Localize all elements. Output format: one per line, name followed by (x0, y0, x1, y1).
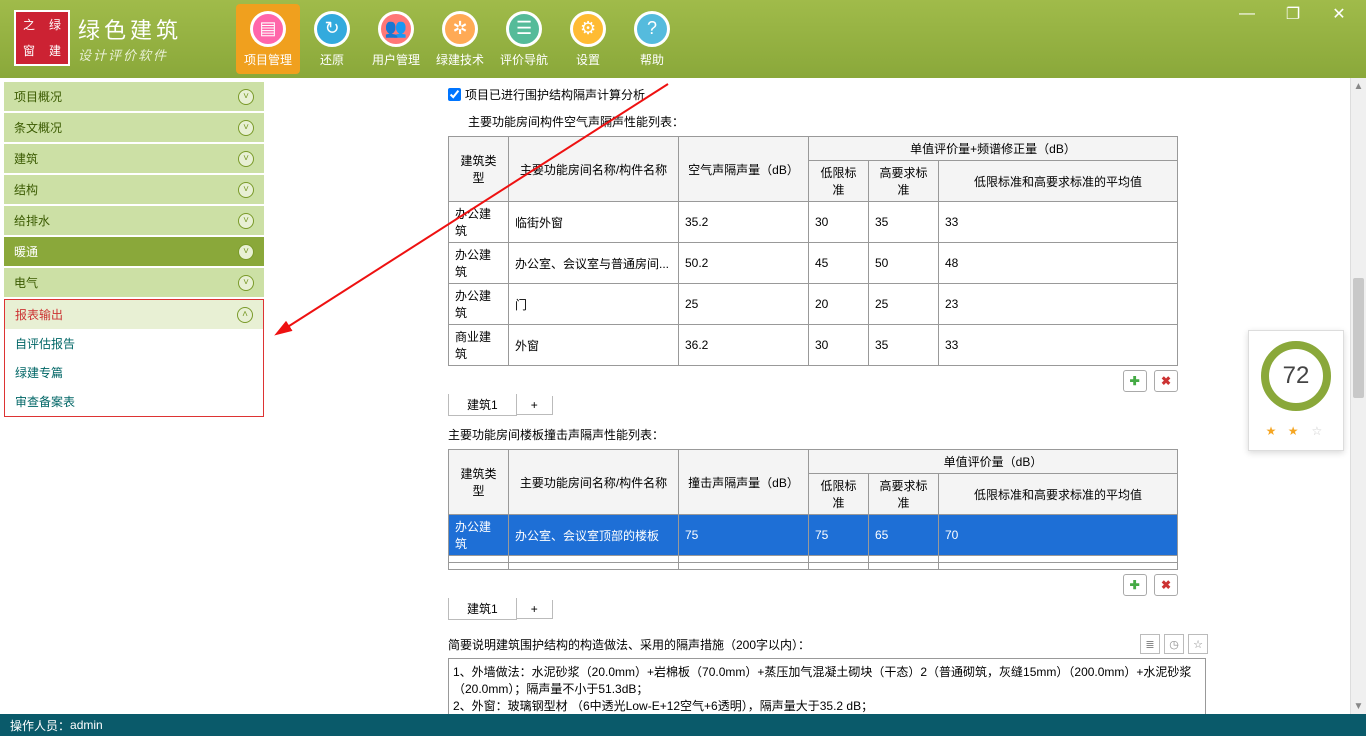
add-tab-button[interactable]: + (517, 396, 553, 415)
sidebar-item-条文概况[interactable]: 条文概况˅ (4, 113, 264, 142)
sidebar-item-建筑[interactable]: 建筑˅ (4, 144, 264, 173)
window-controls: — ❐ ✕ (1224, 2, 1362, 26)
app-title: 绿色建筑 (78, 13, 182, 45)
toolbar-icon: ⚙ (570, 11, 606, 47)
report-link-自评估报告[interactable]: 自评估报告 (5, 329, 263, 358)
desc-textarea[interactable] (448, 658, 1206, 714)
chevron-down-icon: ˅ (238, 120, 254, 136)
chevron-down-icon: ˅ (238, 275, 254, 291)
sidebar: 项目概况˅条文概况˅建筑˅结构˅给排水˅暖通˅电气˅ 报表输出 ˄ 自评估报告绿… (0, 78, 268, 714)
main-toolbar: ▤项目管理↻还原👥用户管理✲绿建技术☰评价导航⚙设置?帮助 (236, 0, 684, 74)
table-row[interactable]: 办公建筑办公室、会议室顶部的楼板75756570 (449, 515, 1178, 556)
toolbar-icon: ☰ (506, 11, 542, 47)
app-logo: 之绿 窗建 绿色建筑 设计评价软件 (0, 0, 196, 76)
sidebar-item-电气[interactable]: 电气˅ (4, 268, 264, 297)
chevron-down-icon: ˅ (238, 89, 254, 105)
toolbar-项目管理[interactable]: ▤项目管理 (236, 4, 300, 74)
table-row[interactable]: 商业建筑外窗36.2303533 (449, 325, 1178, 366)
table-row[interactable]: 办公建筑临街外窗35.2303533 (449, 202, 1178, 243)
scroll-down-icon[interactable]: ▼ (1351, 698, 1366, 714)
toolbar-icon: ↻ (314, 11, 350, 47)
chevron-down-icon: ˅ (238, 244, 254, 260)
impact-sound-table[interactable]: 建筑类型 主要功能房间名称/构件名称 撞击声隔声量（dB） 单值评价量（dB） … (448, 449, 1178, 570)
star-icon[interactable]: ☆ (1188, 634, 1208, 654)
report-panel: 报表输出 ˄ 自评估报告绿建专篇审查备案表 (4, 299, 264, 417)
sidebar-item-给排水[interactable]: 给排水˅ (4, 206, 264, 235)
delete-row-button[interactable]: ✖ (1154, 370, 1178, 392)
table2-title: 主要功能房间楼板撞击声隔声性能列表： (448, 426, 1346, 443)
chevron-down-icon: ˅ (238, 213, 254, 229)
desc-label: 简要说明建筑围护结构的构造做法、采用的隔声措施（200字以内）： (448, 636, 810, 653)
sidebar-item-项目概况[interactable]: 项目概况˅ (4, 82, 264, 111)
layers-icon[interactable]: ≣ (1140, 634, 1160, 654)
add-row-button[interactable]: ✚ (1123, 370, 1147, 392)
calc-checkbox-label: 项目已进行围护结构隔声计算分析 (465, 86, 645, 103)
sidebar-item-暖通[interactable]: 暖通˅ (4, 237, 264, 266)
table2-tab[interactable]: 建筑1 (448, 598, 517, 620)
status-bar: 操作人员：admin (0, 714, 1366, 736)
calc-checkbox[interactable] (448, 88, 461, 101)
toolbar-用户管理[interactable]: 👥用户管理 (364, 4, 428, 74)
score-widget: 72 ★ ★ ☆ (1248, 330, 1344, 451)
table1-tab[interactable]: 建筑1 (448, 394, 517, 416)
close-button[interactable]: ✕ (1316, 2, 1362, 26)
toolbar-设置[interactable]: ⚙设置 (556, 4, 620, 74)
toolbar-icon: ✲ (442, 11, 478, 47)
logo-icon: 之绿 窗建 (14, 10, 70, 66)
report-link-绿建专篇[interactable]: 绿建专篇 (5, 358, 263, 387)
toolbar-绿建技术[interactable]: ✲绿建技术 (428, 4, 492, 74)
scroll-up-icon[interactable]: ▲ (1351, 78, 1366, 94)
toolbar-帮助[interactable]: ?帮助 (620, 4, 684, 74)
add-row-button-2[interactable]: ✚ (1123, 574, 1147, 596)
toolbar-icon: 👥 (378, 11, 414, 47)
sidebar-item-结构[interactable]: 结构˅ (4, 175, 264, 204)
table-row[interactable]: 办公建筑门25202523 (449, 284, 1178, 325)
scroll-thumb[interactable] (1353, 278, 1364, 398)
add-tab-button-2[interactable]: + (517, 600, 553, 619)
air-sound-table[interactable]: 建筑类型 主要功能房间名称/构件名称 空气声隔声量（dB） 单值评价量+频谱修正… (448, 136, 1178, 366)
toolbar-icon: ▤ (250, 11, 286, 47)
content-area: 项目已进行围护结构隔声计算分析 主要功能房间构件空气声隔声性能列表： 建筑类型 … (268, 78, 1366, 714)
delete-row-button-2[interactable]: ✖ (1154, 574, 1178, 596)
calc-checkbox-row[interactable]: 项目已进行围护结构隔声计算分析 (448, 86, 1346, 103)
maximize-button[interactable]: ❐ (1270, 2, 1316, 26)
vertical-scrollbar[interactable]: ▲ ▼ (1350, 78, 1366, 714)
history-icon[interactable]: ◷ (1164, 634, 1184, 654)
titlebar: 之绿 窗建 绿色建筑 设计评价软件 ▤项目管理↻还原👥用户管理✲绿建技术☰评价导… (0, 0, 1366, 78)
report-header[interactable]: 报表输出 ˄ (5, 300, 263, 329)
score-value: 72 (1261, 341, 1331, 411)
chevron-up-icon: ˄ (237, 307, 253, 323)
toolbar-icon: ? (634, 11, 670, 47)
chevron-down-icon: ˅ (238, 182, 254, 198)
toolbar-评价导航[interactable]: ☰评价导航 (492, 4, 556, 74)
table-row[interactable] (449, 563, 1178, 570)
app-subtitle: 设计评价软件 (78, 45, 182, 64)
table1-title: 主要功能房间构件空气声隔声性能列表： (468, 113, 1346, 130)
table-row[interactable]: 办公建筑办公室、会议室与普通房间...50.2455048 (449, 243, 1178, 284)
report-link-审查备案表[interactable]: 审查备案表 (5, 387, 263, 416)
toolbar-还原[interactable]: ↻还原 (300, 4, 364, 74)
score-stars: ★ ★ ☆ (1255, 419, 1337, 440)
chevron-down-icon: ˅ (238, 151, 254, 167)
table-row[interactable] (449, 556, 1178, 563)
minimize-button[interactable]: — (1224, 2, 1270, 26)
